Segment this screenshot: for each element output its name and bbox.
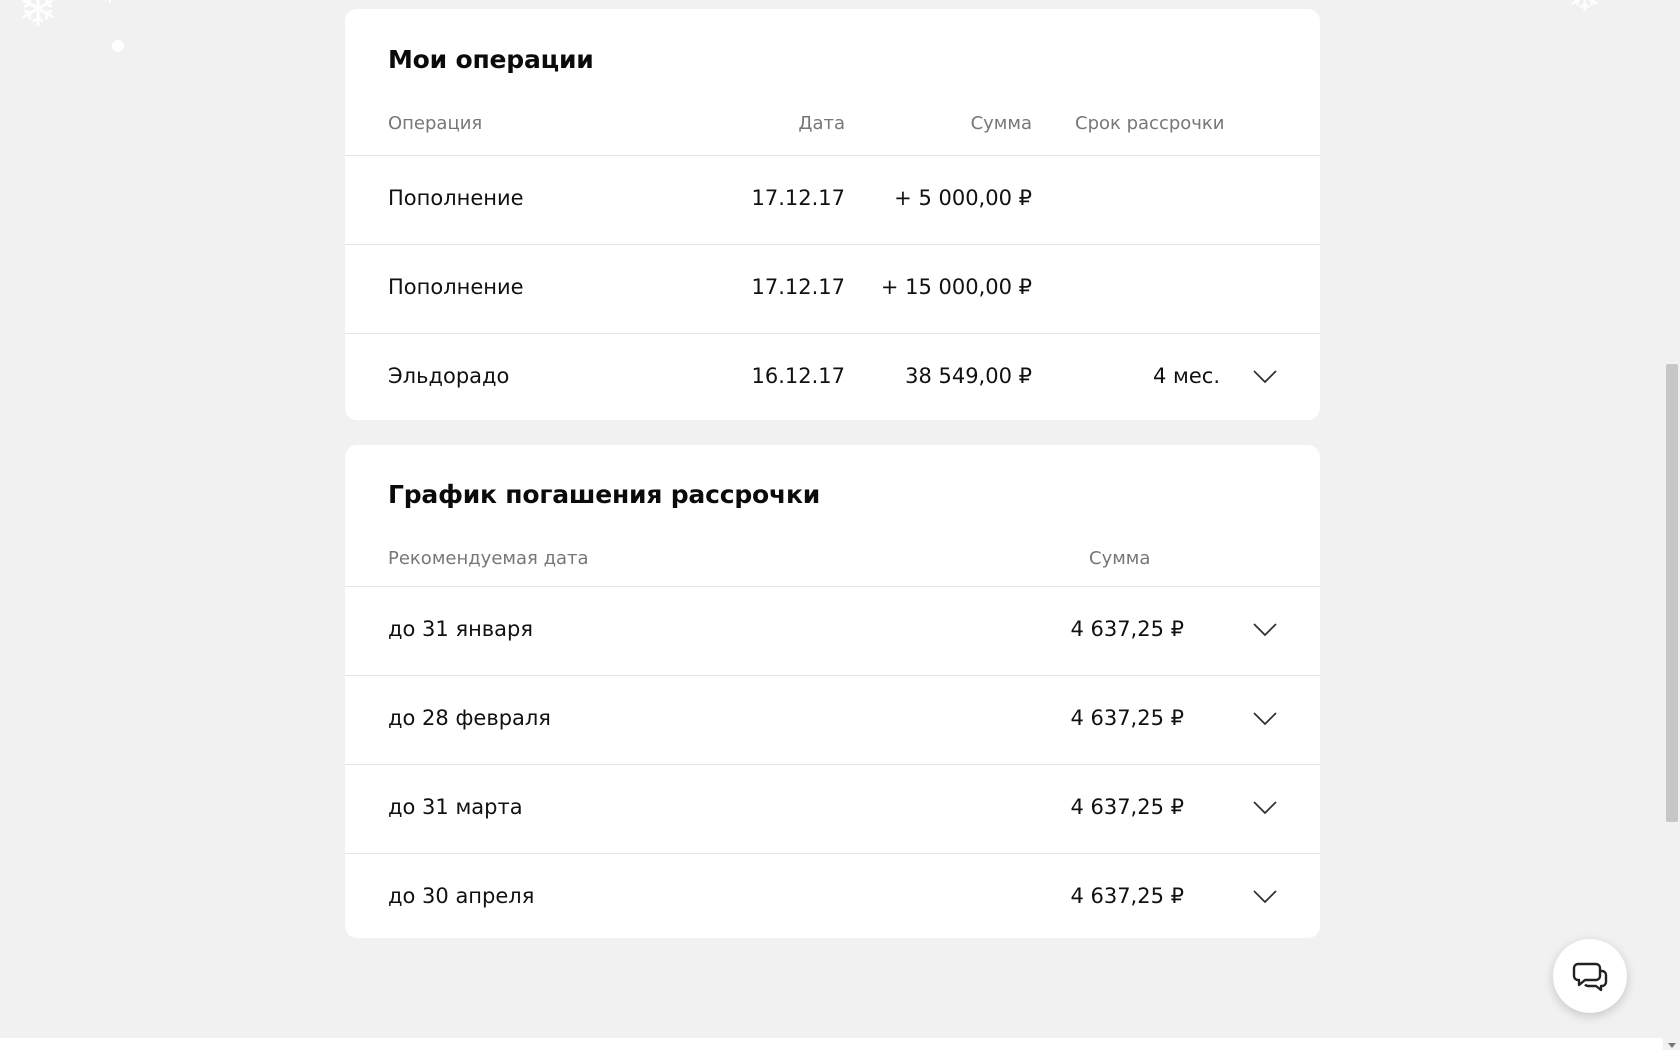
operations-title: Мои операции [388,45,594,74]
chevron-down-icon[interactable] [1253,712,1277,726]
operation-date: 17.12.17 [751,275,845,299]
schedule-card: График погашения рассрочки Рекомендуемая… [345,445,1320,938]
chat-button[interactable] [1553,939,1627,1013]
payment-amount: 4 637,25 ₽ [1070,795,1184,819]
header-operation: Операция [388,113,483,134]
page-footer-edge [0,1038,1663,1050]
operation-name: Эльдорадо [388,364,510,388]
operation-amount: + 15 000,00 ₽ [880,275,1032,299]
operation-row-expandable[interactable]: Эльдорадо 16.12.17 38 549,00 ₽ 4 мес. [345,333,1320,420]
snowflake-icon: ❄ [1568,0,1602,18]
chevron-down-icon[interactable] [1253,370,1277,384]
scrollbar-thumb[interactable] [1666,364,1678,822]
payment-date: до 31 марта [388,795,523,819]
schedule-table-body: до 31 января 4 637,25 ₽ до 28 февраля 4 … [345,586,1320,938]
operation-date: 16.12.17 [751,364,845,388]
operation-date: 17.12.17 [751,186,845,210]
payment-amount: 4 637,25 ₽ [1070,706,1184,730]
operations-table-body: Пополнение 17.12.17 + 5 000,00 ₽ Пополне… [345,155,1320,420]
chevron-down-icon[interactable] [1253,890,1277,904]
header-amount: Сумма [1089,548,1151,569]
payment-date: до 31 января [388,617,534,641]
schedule-row[interactable]: до 31 марта 4 637,25 ₽ [345,764,1320,853]
snowflake-icon: ❄ [18,0,59,38]
header-recommended-date: Рекомендуемая дата [388,548,589,569]
chevron-down-icon[interactable] [1253,801,1277,815]
header-term: Срок рассрочки [1075,113,1225,134]
schedule-table-header: Рекомендуемая дата Сумма [345,548,1320,588]
chevron-down-icon[interactable] [1253,623,1277,637]
scroll-down-arrow-icon[interactable] [1668,1043,1676,1048]
payment-date: до 30 апреля [388,884,535,908]
operations-card: Мои операции Операция Дата Сумма Срок ра… [345,9,1320,420]
scrollbar[interactable] [1663,0,1680,1050]
operation-row: Пополнение 17.12.17 + 5 000,00 ₽ [345,155,1320,244]
schedule-row[interactable]: до 30 апреля 4 637,25 ₽ [345,853,1320,938]
header-date: Дата [798,113,845,134]
payment-date: до 28 февраля [388,706,551,730]
operation-name: Пополнение [388,275,524,299]
page: ❄ ❄ ❄ Мои операции Операция Дата Сумма С… [0,0,1680,1050]
chat-bubbles-icon [1572,962,1608,992]
operation-name: Пополнение [388,186,524,210]
operation-row: Пополнение 17.12.17 + 15 000,00 ₽ [345,244,1320,333]
header-amount: Сумма [970,113,1032,134]
operations-table-header: Операция Дата Сумма Срок рассрочки [345,113,1320,153]
operation-amount: 38 549,00 ₽ [905,364,1032,388]
snowflake-icon: ❄ [95,0,125,10]
payment-amount: 4 637,25 ₽ [1070,884,1184,908]
snow-dot [112,40,124,52]
payment-amount: 4 637,25 ₽ [1070,617,1184,641]
schedule-row[interactable]: до 31 января 4 637,25 ₽ [345,586,1320,675]
schedule-title: График погашения рассрочки [388,480,821,509]
schedule-row[interactable]: до 28 февраля 4 637,25 ₽ [345,675,1320,764]
operation-term: 4 мес. [1152,364,1220,388]
operation-amount: + 5 000,00 ₽ [894,186,1032,210]
